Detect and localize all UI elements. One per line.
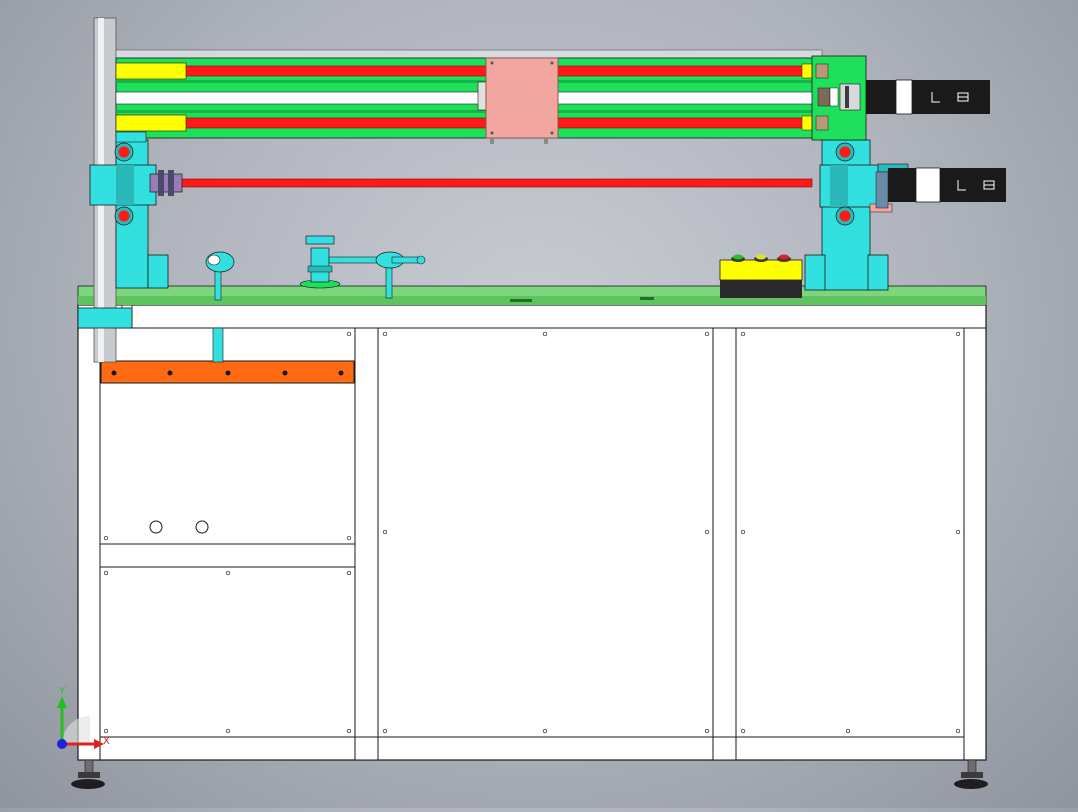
lower-lead-screw — [149, 170, 813, 196]
cad-viewport[interactable]: Y X — [0, 0, 1078, 808]
axis-label-x: X — [103, 736, 110, 747]
bearing-top-left — [114, 142, 134, 162]
upper-servo-motor — [866, 79, 990, 115]
lower-servo-motor — [869, 163, 1006, 213]
bearing-bottom-left — [114, 206, 134, 226]
upper-linear-module — [115, 49, 823, 143]
control-push-button — [731, 254, 745, 262]
axis-label-y: Y — [58, 686, 66, 697]
control-push-button — [777, 254, 791, 262]
leveling-foot-right — [954, 759, 988, 789]
bearing-top-right — [835, 142, 855, 162]
right-support-bracket — [804, 139, 889, 291]
panel-hole — [195, 520, 209, 534]
control-button-box — [719, 254, 803, 298]
control-push-button — [754, 254, 768, 262]
machine-front-view: Y X — [57, 17, 1006, 789]
slider-carriage — [477, 57, 559, 144]
orange-mount-plate — [100, 360, 355, 384]
panel-hole — [149, 520, 163, 534]
module-end-block — [811, 55, 867, 141]
leveling-foot-left — [71, 759, 105, 789]
bearing-bottom-right — [835, 206, 855, 226]
